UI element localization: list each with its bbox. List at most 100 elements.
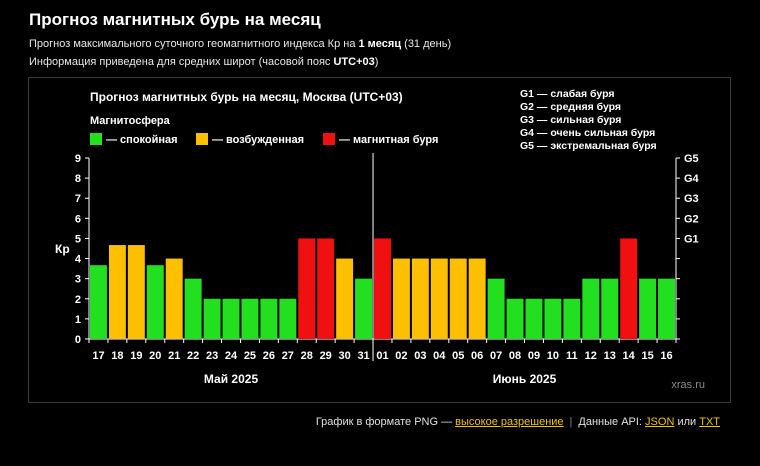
bar-day-08 xyxy=(506,298,524,339)
chart-frame: Прогноз магнитных бурь на месяц, Москва … xyxy=(28,77,731,403)
x-tick-label: 22 xyxy=(187,350,199,362)
legend-label-quiet: — спокойная xyxy=(106,134,178,146)
bar-day-10 xyxy=(544,298,562,339)
x-tick-label: 06 xyxy=(471,350,483,362)
x-tick-label: 05 xyxy=(452,350,464,362)
x-tick-label: 11 xyxy=(566,350,578,362)
chart-title: Прогноз магнитных бурь на месяц, Москва … xyxy=(90,90,403,104)
month-label: Май 2025 xyxy=(204,372,259,386)
month-label: Июнь 2025 xyxy=(493,372,557,386)
y-tick-label: 6 xyxy=(75,213,81,225)
bar-day-26 xyxy=(260,298,278,339)
subtitle-latitude: Информация приведена для средних широт (… xyxy=(29,56,379,68)
bar-day-04 xyxy=(430,258,448,339)
x-tick-label: 27 xyxy=(282,350,294,362)
bar-day-17 xyxy=(90,265,107,339)
bar-day-14 xyxy=(620,238,638,339)
bar-day-12 xyxy=(582,278,600,339)
bar-day-24 xyxy=(222,298,240,339)
g-legend-item: G3 — сильная буря xyxy=(520,114,621,126)
y-tick-label: 5 xyxy=(75,233,81,245)
bar-day-02 xyxy=(392,258,410,339)
bar-day-09 xyxy=(525,298,543,339)
high-res-link[interactable]: высокое разрешение xyxy=(455,416,563,428)
x-tick-label: 19 xyxy=(130,350,142,362)
bar-day-05 xyxy=(449,258,467,339)
legend-label-excited: — возбужденная xyxy=(212,134,304,146)
bar-day-31 xyxy=(355,278,373,339)
x-tick-label: 20 xyxy=(149,350,161,362)
legend-swatch-storm xyxy=(323,133,335,145)
x-tick-label: 08 xyxy=(509,350,521,362)
x-tick-label: 17 xyxy=(92,350,104,362)
bar-day-29 xyxy=(317,238,335,339)
bar-day-06 xyxy=(468,258,486,339)
g-tick-label: G1 xyxy=(684,233,699,245)
g-legend-item: G2 — средняя буря xyxy=(520,101,621,113)
x-tick-label: 21 xyxy=(168,350,180,362)
bar-day-11 xyxy=(563,298,581,339)
y-axis-label: Кр xyxy=(55,242,70,256)
watermark: xras.ru xyxy=(671,379,705,391)
legend-swatch-excited xyxy=(196,133,208,145)
x-tick-label: 09 xyxy=(528,350,540,362)
x-tick-label: 02 xyxy=(395,350,407,362)
bar-day-27 xyxy=(279,298,297,339)
x-tick-label: 31 xyxy=(357,350,369,362)
x-tick-label: 23 xyxy=(206,350,218,362)
bar-day-16 xyxy=(658,278,675,339)
y-tick-label: 8 xyxy=(75,173,81,185)
y-tick-label: 9 xyxy=(75,153,81,165)
x-tick-label: 10 xyxy=(547,350,559,362)
x-tick-label: 29 xyxy=(320,350,332,362)
forecast-chart: Прогноз магнитных бурь на месяц, Москва … xyxy=(55,88,705,391)
bar-day-25 xyxy=(241,298,259,339)
y-tick-label: 2 xyxy=(75,294,81,306)
g-legend-item: G1 — слабая буря xyxy=(520,88,615,100)
bar-day-15 xyxy=(639,278,657,339)
footer: График в формате PNG — высокое разрешени… xyxy=(315,416,720,428)
g-legend-item: G5 — экстремальная буря xyxy=(520,140,657,152)
bar-day-07 xyxy=(487,278,505,339)
bar-day-20 xyxy=(146,265,164,339)
g-tick-label: G2 xyxy=(684,213,699,225)
footer-separator: | xyxy=(569,416,573,428)
y-tick-label: 1 xyxy=(75,314,81,326)
txt-link[interactable]: TXT xyxy=(699,416,720,428)
legend-label-storm: — магнитная буря xyxy=(339,134,438,146)
g-tick-label: G3 xyxy=(684,193,699,205)
y-tick-label: 4 xyxy=(75,254,82,266)
bar-day-13 xyxy=(601,278,619,339)
x-tick-label: 30 xyxy=(339,350,351,362)
subtitle-period: Прогноз максимального суточного геомагни… xyxy=(29,38,452,50)
x-tick-label: 04 xyxy=(433,350,446,362)
x-tick-label: 01 xyxy=(376,350,388,362)
x-tick-label: 16 xyxy=(660,350,672,362)
json-link[interactable]: JSON xyxy=(645,416,674,428)
legend-swatch-quiet xyxy=(90,133,102,145)
x-tick-label: 18 xyxy=(111,350,123,362)
bar-day-23 xyxy=(203,298,221,339)
g-legend-item: G4 — очень сильная буря xyxy=(520,127,655,139)
y-tick-label: 3 xyxy=(75,274,81,286)
bar-day-21 xyxy=(165,258,183,339)
bar-day-28 xyxy=(298,238,316,339)
y-tick-label: 0 xyxy=(75,334,81,346)
x-tick-label: 28 xyxy=(301,350,313,362)
x-tick-label: 15 xyxy=(641,350,653,362)
bar-day-19 xyxy=(127,245,145,339)
x-tick-label: 07 xyxy=(490,350,502,362)
bar-day-18 xyxy=(108,245,126,339)
page-title: Прогноз магнитных бурь на месяц xyxy=(29,10,321,29)
x-tick-label: 14 xyxy=(623,350,636,362)
x-tick-label: 12 xyxy=(585,350,597,362)
x-tick-label: 26 xyxy=(263,350,275,362)
x-tick-label: 13 xyxy=(604,350,616,362)
g-tick-label: G5 xyxy=(684,153,699,165)
bar-day-30 xyxy=(336,258,354,339)
x-tick-label: 03 xyxy=(414,350,426,362)
legend-title: Магнитосфера xyxy=(90,115,171,127)
x-tick-label: 25 xyxy=(244,350,256,362)
bar-day-03 xyxy=(411,258,429,339)
g-tick-label: G4 xyxy=(684,173,700,185)
